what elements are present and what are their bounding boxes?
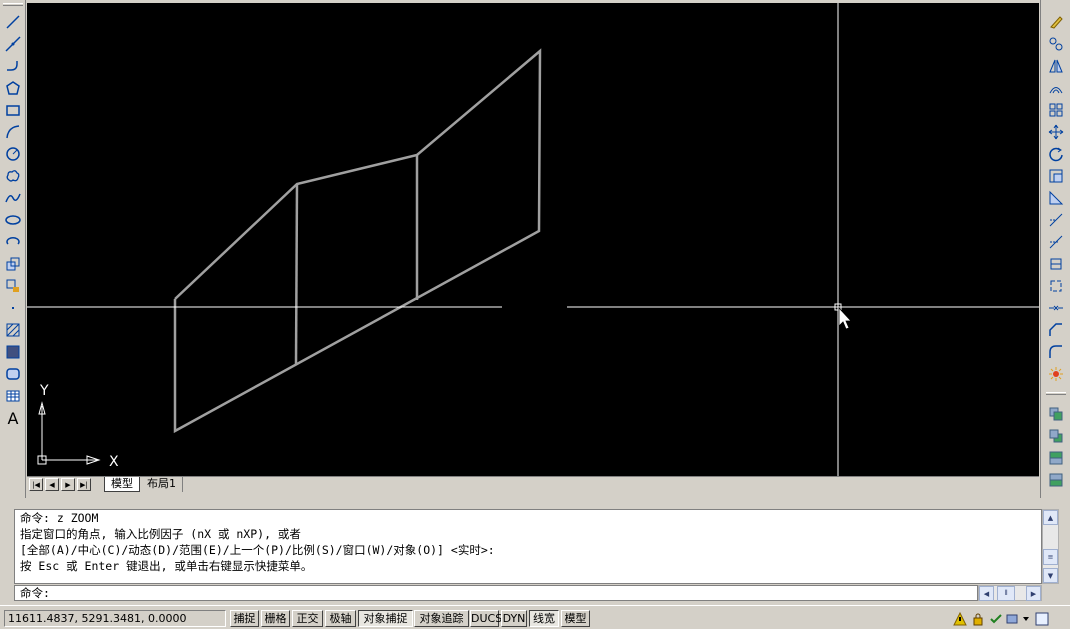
ellipse-arc-icon[interactable]: [3, 232, 23, 252]
table-icon[interactable]: [3, 386, 23, 406]
draworder-under-icon[interactable]: [1046, 470, 1066, 490]
draw-toolbar: A: [0, 0, 26, 498]
command-horizontal-scrollbar[interactable]: ◀ ⦀ ▶: [978, 585, 1042, 601]
command-vertical-scrollbar[interactable]: ▲ ≡ ▼: [1042, 509, 1059, 584]
scroll-down-icon[interactable]: ▼: [1043, 568, 1058, 583]
prev-tab-button[interactable]: ◀: [45, 478, 59, 491]
command-history-line: [全部(A)/中心(C)/动态(D)/范围(E)/上一个(P)/比例(S)/窗口…: [20, 543, 495, 557]
lock-icon[interactable]: [970, 612, 986, 626]
ucs-y-label: Y: [39, 383, 49, 399]
scroll-thumb[interactable]: ≡: [1043, 549, 1058, 565]
command-history-line: 命令: z ZOOM: [20, 511, 99, 525]
mtext-icon[interactable]: A: [3, 408, 23, 428]
xline-icon[interactable]: [3, 34, 23, 54]
ducs-toggle[interactable]: DUCS: [470, 610, 502, 627]
grid-toggle[interactable]: 栅格: [261, 610, 290, 627]
draworder-front-icon[interactable]: [1046, 404, 1066, 424]
scale-icon[interactable]: [1046, 166, 1066, 186]
next-icon: ▶: [65, 480, 71, 489]
scroll-left-icon[interactable]: ◀: [979, 586, 994, 601]
status-bar: 11611.4837, 5291.3481, 0.0000 捕捉 栅格 正交 极…: [0, 605, 1070, 629]
lineweight-toggle[interactable]: 线宽: [529, 610, 559, 627]
region-icon[interactable]: [3, 364, 23, 384]
drawing-canvas[interactable]: Y X: [27, 3, 1039, 476]
first-icon: |◀: [32, 480, 40, 489]
command-history[interactable]: 命令: z ZOOM 指定窗口的角点, 输入比例因子 (nX 或 nXP), 或…: [14, 509, 1042, 584]
line-icon[interactable]: [3, 12, 23, 32]
polygon-icon[interactable]: [3, 78, 23, 98]
command-history-line: 指定窗口的角点, 输入比例因子 (nX 或 nXP), 或者: [20, 527, 301, 541]
cursor-arrow-icon: [838, 306, 852, 330]
spline-icon[interactable]: [3, 188, 23, 208]
insert-block-icon[interactable]: [3, 254, 23, 274]
modify-toolbar: [1040, 0, 1070, 498]
toolbar-grip[interactable]: [3, 3, 23, 6]
toolbar-grip[interactable]: [1046, 392, 1066, 395]
make-block-icon[interactable]: [3, 276, 23, 296]
circle-icon[interactable]: [3, 144, 23, 164]
polyline-icon[interactable]: [3, 56, 23, 76]
communication-center-icon[interactable]: [952, 612, 968, 626]
last-tab-button[interactable]: ▶|: [77, 478, 91, 491]
gradient-icon[interactable]: [3, 342, 23, 362]
polar-toggle[interactable]: 极轴: [325, 610, 356, 627]
erase-icon[interactable]: [1046, 12, 1066, 32]
otrack-toggle[interactable]: 对象追踪: [414, 610, 469, 627]
revcloud-icon[interactable]: [3, 166, 23, 186]
ellipse-icon[interactable]: [3, 210, 23, 230]
draworder-above-icon[interactable]: [1046, 448, 1066, 468]
last-icon: ▶|: [80, 480, 88, 489]
tab-model[interactable]: 模型: [104, 477, 140, 492]
first-tab-button[interactable]: |◀: [29, 478, 43, 491]
trim-icon[interactable]: [1046, 210, 1066, 230]
scroll-right-icon[interactable]: ▶: [1026, 586, 1041, 601]
rotate-icon[interactable]: [1046, 144, 1066, 164]
point-icon[interactable]: [3, 298, 23, 318]
offset-icon[interactable]: [1046, 78, 1066, 98]
command-history-line: 按 Esc 或 Enter 键退出, 或单击右键显示快捷菜单。: [20, 559, 313, 573]
extend-icon[interactable]: [1046, 232, 1066, 252]
scroll-up-icon[interactable]: ▲: [1043, 510, 1058, 525]
stretch-icon[interactable]: [1046, 188, 1066, 208]
coordinate-readout[interactable]: 11611.4837, 5291.3481, 0.0000: [4, 610, 226, 627]
move-icon[interactable]: [1046, 122, 1066, 142]
scroll-hthumb[interactable]: ⦀: [997, 586, 1015, 601]
next-tab-button[interactable]: ▶: [61, 478, 75, 491]
ucs-icon: [37, 401, 101, 465]
status-menu-chevron-icon[interactable]: [1018, 612, 1034, 626]
tab-layout1[interactable]: 布局1: [141, 477, 183, 492]
break-at-point-icon[interactable]: [1046, 254, 1066, 274]
tray-settings-icon[interactable]: [988, 612, 1004, 626]
hatch-icon[interactable]: [3, 320, 23, 340]
clean-screen-icon[interactable]: [1034, 612, 1050, 626]
panel-outline: [173, 48, 542, 434]
layout-tab-bar: |◀ ◀ ▶ ▶| 模型 布局1: [27, 476, 1039, 492]
model-space-toggle[interactable]: 模型: [561, 610, 590, 627]
copy-icon[interactable]: [1046, 34, 1066, 54]
osnap-toggle[interactable]: 对象捕捉: [358, 610, 413, 627]
rectangle-icon[interactable]: [3, 100, 23, 120]
ucs-x-label: X: [109, 454, 119, 470]
ortho-toggle[interactable]: 正交: [292, 610, 323, 627]
command-prompt: 命令:: [20, 586, 50, 600]
panel-divider-left: [294, 183, 299, 365]
dyn-toggle[interactable]: DYN: [501, 610, 527, 627]
explode-icon[interactable]: [1046, 364, 1066, 384]
snap-toggle[interactable]: 捕捉: [230, 610, 259, 627]
arc-icon[interactable]: [3, 122, 23, 142]
break-icon[interactable]: [1046, 276, 1066, 296]
draworder-back-icon[interactable]: [1046, 426, 1066, 446]
array-icon[interactable]: [1046, 100, 1066, 120]
prev-icon: ◀: [49, 480, 55, 489]
fillet-icon[interactable]: [1046, 342, 1066, 362]
join-icon[interactable]: [1046, 298, 1066, 318]
crosshair: [27, 3, 1039, 476]
wireframe-geometry[interactable]: [173, 48, 542, 434]
drawing-svg: Y X: [27, 3, 1039, 476]
mirror-icon[interactable]: [1046, 56, 1066, 76]
chamfer-icon[interactable]: [1046, 320, 1066, 340]
command-input[interactable]: 命令:: [14, 585, 978, 601]
